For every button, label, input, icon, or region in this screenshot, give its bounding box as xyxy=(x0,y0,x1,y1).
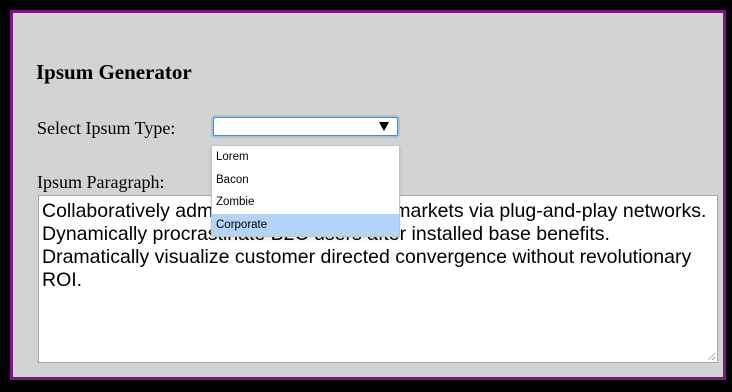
ipsum-type-dropdown-list: Lorem Bacon Zombie Corporate xyxy=(211,145,400,237)
option-lorem[interactable]: Lorem xyxy=(212,146,399,169)
page-title: Ipsum Generator xyxy=(36,60,192,84)
option-corporate[interactable]: Corporate xyxy=(212,213,399,236)
select-ipsum-type-label: Select Ipsum Type: xyxy=(37,118,176,138)
ipsum-type-select[interactable] xyxy=(213,117,398,136)
option-zombie[interactable]: Zombie xyxy=(212,191,399,214)
option-bacon[interactable]: Bacon xyxy=(212,169,399,192)
dropdown-arrow-icon[interactable] xyxy=(379,122,389,131)
app-frame: Ipsum Generator Select Ipsum Type: Ipsum… xyxy=(10,10,726,380)
ipsum-paragraph-label: Ipsum Paragraph: xyxy=(37,172,165,192)
resize-handle-icon[interactable] xyxy=(707,352,715,360)
